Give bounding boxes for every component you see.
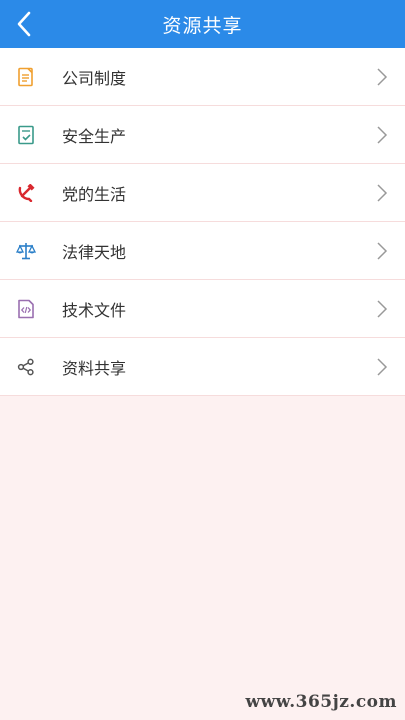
chevron-right-icon	[375, 67, 389, 87]
list-item-label: 技术文件	[62, 300, 127, 320]
list-item-data-sharing[interactable]: 资料共享	[0, 338, 405, 396]
scale-icon	[16, 241, 36, 261]
chevron-left-icon	[17, 11, 31, 37]
app-header: 资源共享	[0, 0, 405, 48]
watermark: www.365jz.com	[245, 692, 397, 712]
list-item-label: 资料共享	[62, 358, 127, 378]
list-item-safety-production[interactable]: 安全生产	[0, 106, 405, 164]
share-icon	[16, 357, 36, 377]
resource-list: 公司制度 安全生产 党的生活 法律天地 技术文件 资料共享	[0, 48, 405, 396]
list-item-company-rules[interactable]: 公司制度	[0, 48, 405, 106]
list-item-label: 党的生活	[62, 184, 127, 204]
list-item-label: 安全生产	[62, 126, 127, 146]
list-item-label: 公司制度	[62, 68, 127, 88]
code-file-icon	[16, 299, 36, 319]
chevron-right-icon	[375, 241, 389, 261]
checklist-icon	[16, 125, 36, 145]
list-item-label: 法律天地	[62, 242, 127, 262]
list-item-law-world[interactable]: 法律天地	[0, 222, 405, 280]
list-item-party-life[interactable]: 党的生活	[0, 164, 405, 222]
document-icon	[16, 67, 36, 87]
chevron-right-icon	[375, 299, 389, 319]
page-title: 资源共享	[162, 14, 243, 37]
chevron-right-icon	[375, 183, 389, 203]
chevron-right-icon	[375, 357, 389, 377]
back-button[interactable]	[0, 0, 48, 48]
list-item-technical-docs[interactable]: 技术文件	[0, 280, 405, 338]
hammer-sickle-icon	[16, 183, 36, 203]
chevron-right-icon	[375, 125, 389, 145]
